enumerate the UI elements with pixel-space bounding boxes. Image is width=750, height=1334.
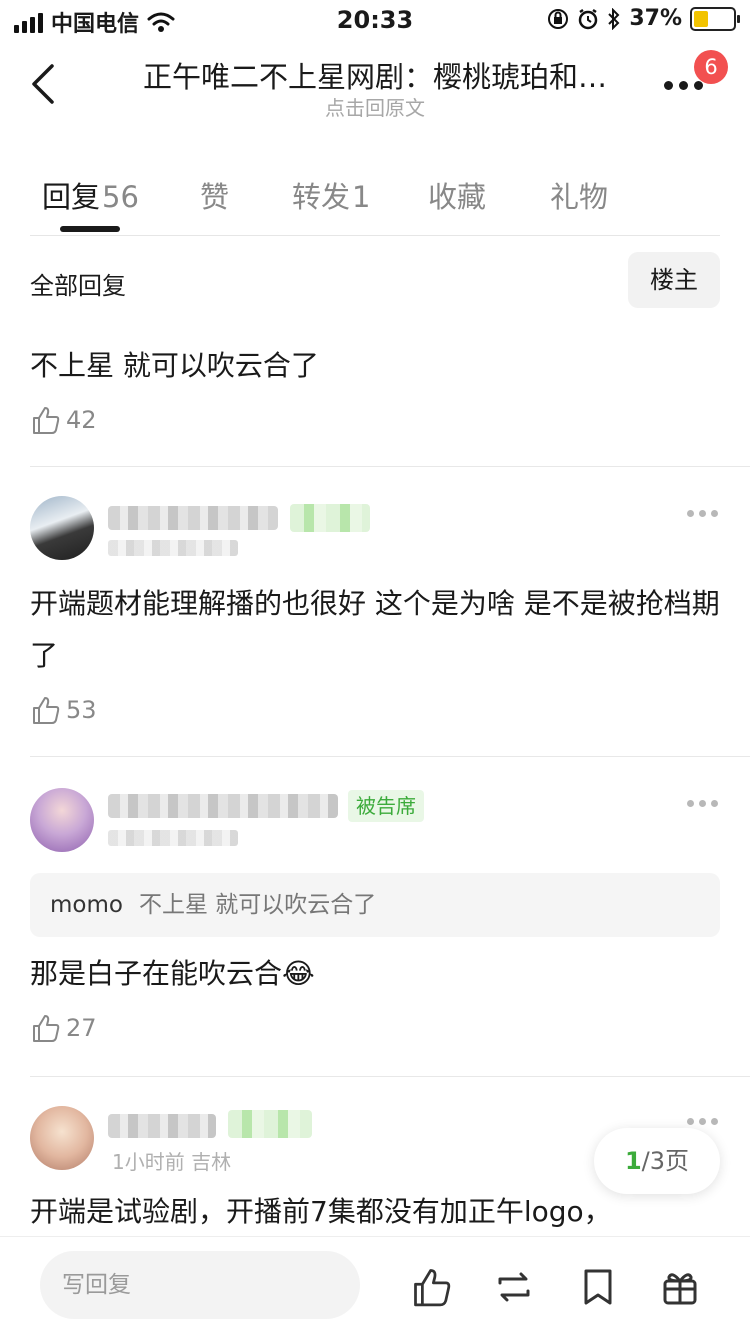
tab-count: 56	[102, 180, 139, 214]
like-count: 42	[66, 406, 97, 434]
thumbs-up-icon	[33, 1015, 60, 1042]
comment-meta: 1小时前 吉林	[112, 1150, 232, 1174]
reply-input[interactable]: 写回复	[40, 1251, 360, 1319]
quoted-text: 不上星 就可以吹云合了	[138, 892, 377, 918]
divider	[30, 756, 750, 757]
tab-favorites[interactable]: 收藏	[428, 174, 486, 216]
divider	[30, 466, 750, 467]
battery-fill	[694, 10, 709, 27]
comment-text: 不上星 就可以吹云合了	[30, 349, 319, 382]
quoted-username: momo	[50, 892, 123, 918]
user-tag: 被告席	[348, 790, 424, 822]
rotation-lock-icon	[548, 8, 569, 29]
page-indicator[interactable]: 1/3页	[594, 1128, 720, 1194]
tab-bar: 回复56 赞 转发1 收藏 礼物	[30, 160, 720, 236]
current-page: 1	[624, 1147, 642, 1175]
like-count: 53	[66, 696, 97, 724]
username[interactable]	[108, 1114, 216, 1138]
tab-label: 收藏	[428, 180, 487, 214]
user-tag	[290, 504, 370, 532]
like-count: 27	[66, 1014, 97, 1042]
comment-text: 那是白子在能吹云合😂	[30, 957, 315, 990]
battery-icon	[690, 6, 740, 31]
tab-active-indicator	[60, 226, 120, 232]
gift-icon[interactable]	[658, 1265, 702, 1309]
tab-replies[interactable]: 回复56	[42, 174, 139, 216]
total-pages: /3页	[641, 1147, 690, 1175]
divider	[30, 1076, 750, 1077]
tab-label: 转发	[292, 180, 351, 214]
op-only-button[interactable]: 楼主	[628, 252, 720, 308]
user-tag	[228, 1110, 312, 1138]
status-right: 37%	[547, 6, 740, 31]
username[interactable]	[108, 506, 278, 530]
thumbs-up-icon[interactable]	[410, 1265, 454, 1309]
all-replies-label[interactable]: 全部回复	[30, 266, 126, 301]
tab-count: 1	[352, 180, 371, 214]
comment-text: 开端题材能理解播的也很好 这个是为啥 是不是被抢档期了	[30, 587, 720, 672]
notification-badge: 6	[694, 50, 728, 84]
nav-header: 正午唯二不上星网剧：樱桃琥珀和… 点击回原文 6	[0, 42, 750, 130]
username[interactable]	[108, 794, 338, 818]
tab-label: 赞	[200, 180, 230, 214]
avatar[interactable]	[30, 496, 94, 560]
bluetooth-icon	[608, 7, 620, 30]
tab-reposts[interactable]: 转发1	[292, 174, 370, 216]
thumbs-up-icon	[33, 697, 60, 724]
repost-icon[interactable]	[492, 1265, 536, 1309]
battery-percent: 37%	[629, 6, 682, 31]
bookmark-icon[interactable]	[576, 1265, 620, 1309]
like-button[interactable]: 53	[30, 694, 97, 726]
comment-meta	[108, 830, 238, 846]
comment-more-icon[interactable]	[687, 800, 718, 807]
comment-more-icon[interactable]	[687, 510, 718, 517]
comment-meta	[108, 540, 238, 556]
like-button[interactable]: 42	[30, 404, 97, 436]
comment-more-icon[interactable]	[687, 1118, 718, 1125]
tab-label: 礼物	[550, 180, 609, 214]
like-button[interactable]: 27	[30, 1012, 97, 1044]
bottom-action-bar: 写回复	[0, 1236, 750, 1334]
avatar[interactable]	[30, 788, 94, 852]
comment-text: 开端是试验剧，开播前7集都没有加正午logo，	[30, 1195, 612, 1228]
tab-label: 回复	[42, 180, 101, 214]
back-to-original-link[interactable]: 点击回原文	[0, 92, 750, 121]
thumbs-up-icon	[33, 407, 60, 434]
tab-likes[interactable]: 赞	[200, 174, 229, 216]
tab-gifts[interactable]: 礼物	[550, 174, 608, 216]
alarm-icon	[579, 8, 598, 29]
avatar[interactable]	[30, 1106, 94, 1170]
page-title[interactable]: 正午唯二不上星网剧：樱桃琥珀和…	[130, 54, 620, 96]
quoted-reply[interactable]: momo 不上星 就可以吹云合了	[30, 873, 720, 937]
status-bar: 中国电信 20:33 37%	[0, 0, 750, 42]
